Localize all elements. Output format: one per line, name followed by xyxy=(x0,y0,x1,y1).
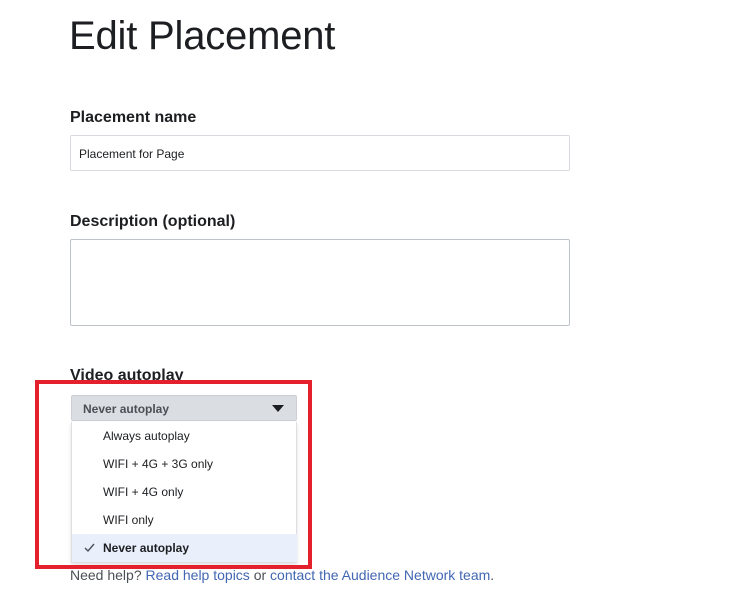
checkmark-icon xyxy=(84,543,95,553)
page-title: Edit Placement xyxy=(69,14,336,58)
menu-item-label: WIFI only xyxy=(103,513,154,527)
contact-audience-network-link[interactable]: contact the Audience Network team xyxy=(270,567,490,583)
video-autoplay-dropdown[interactable]: Never autoplay xyxy=(71,395,297,421)
menu-item-label: WIFI + 4G + 3G only xyxy=(103,457,214,471)
placement-name-value: Placement for Page xyxy=(79,147,185,161)
description-label: Description (optional) xyxy=(70,213,236,230)
menu-item-always-autoplay[interactable]: Always autoplay xyxy=(72,422,297,450)
description-textarea[interactable] xyxy=(70,239,570,326)
menu-item-wifi-4g-3g-only[interactable]: WIFI + 4G + 3G only xyxy=(72,450,297,478)
help-prefix: Need help? xyxy=(70,567,142,583)
menu-item-never-autoplay[interactable]: Never autoplay xyxy=(72,534,297,562)
placement-name-label: Placement name xyxy=(70,109,197,126)
video-autoplay-label: Video autoplay xyxy=(70,367,184,384)
menu-item-label: Never autoplay xyxy=(103,541,190,555)
placement-name-input[interactable]: Placement for Page xyxy=(70,135,570,171)
menu-item-label: Always autoplay xyxy=(103,429,190,443)
help-text: Need help? Read help topics or contact t… xyxy=(70,567,494,583)
edit-placement-page: Edit Placement Placement name Placement … xyxy=(0,0,733,591)
help-suffix: . xyxy=(490,567,495,583)
menu-item-label: WIFI + 4G only xyxy=(103,485,184,499)
video-autoplay-menu: Always autoplay WIFI + 4G + 3G only WIFI… xyxy=(71,422,297,563)
menu-item-wifi-only[interactable]: WIFI only xyxy=(72,506,297,534)
help-middle: or xyxy=(253,567,267,583)
chevron-down-icon xyxy=(272,405,284,412)
read-help-topics-link[interactable]: Read help topics xyxy=(146,567,250,583)
menu-item-wifi-4g-only[interactable]: WIFI + 4G only xyxy=(72,478,297,506)
video-autoplay-selected-value: Never autoplay xyxy=(83,402,170,416)
